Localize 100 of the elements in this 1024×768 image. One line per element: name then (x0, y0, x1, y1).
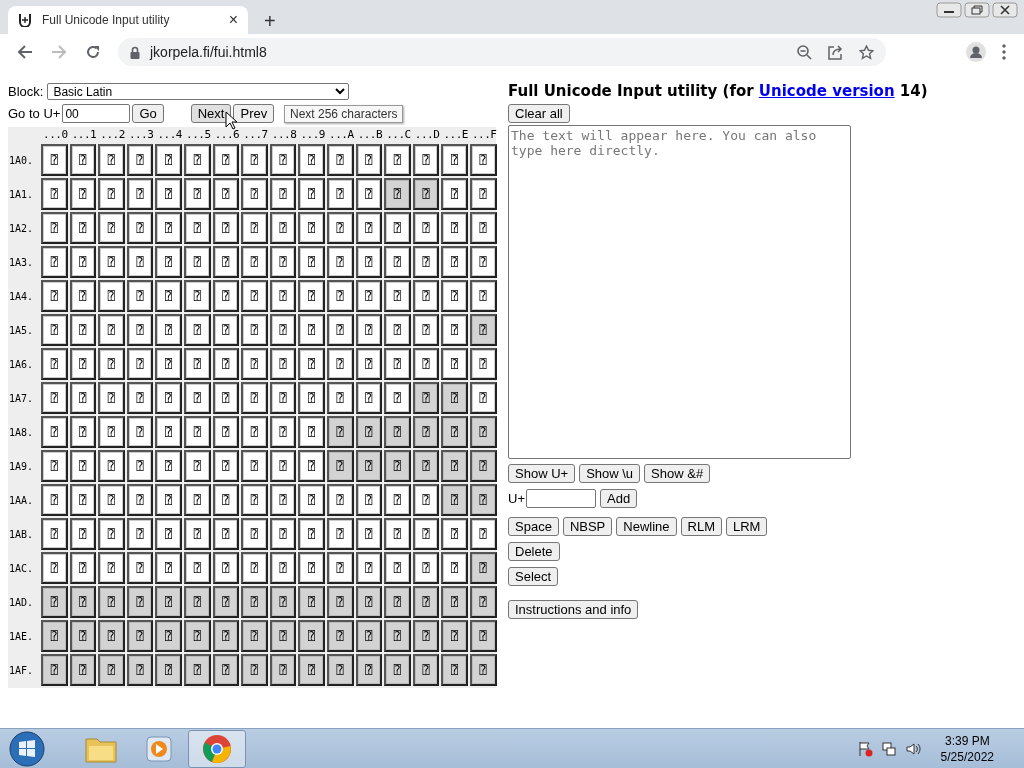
character-cell[interactable]: ⍰ (98, 450, 125, 482)
character-cell[interactable]: ⍰ (298, 144, 325, 176)
text-area[interactable]: The text will appear here. You can also type here directly. (508, 125, 851, 459)
insert-button[interactable]: RLM (680, 517, 722, 536)
character-cell[interactable]: ⍰ (241, 348, 268, 380)
character-cell[interactable]: ⍰ (441, 620, 468, 652)
character-cell[interactable]: ⍰ (469, 382, 497, 414)
character-cell[interactable]: ⍰ (412, 450, 440, 482)
character-cell[interactable]: ⍰ (384, 620, 411, 652)
show-format-button[interactable]: Show \u (579, 464, 641, 483)
character-cell[interactable]: ⍰ (69, 246, 97, 278)
character-cell[interactable]: ⍰ (326, 280, 354, 312)
character-cell[interactable]: ⍰ (183, 654, 211, 686)
character-cell[interactable]: ⍰ (384, 382, 411, 414)
character-cell[interactable]: ⍰ (384, 212, 411, 244)
character-cell[interactable]: ⍰ (441, 348, 468, 380)
character-cell[interactable]: ⍰ (269, 654, 297, 686)
add-button[interactable]: Add (600, 489, 638, 508)
character-cell[interactable]: ⍰ (469, 280, 497, 312)
character-cell[interactable]: ⍰ (441, 416, 468, 448)
character-cell[interactable]: ⍰ (212, 416, 240, 448)
character-cell[interactable]: ⍰ (269, 620, 297, 652)
character-cell[interactable]: ⍰ (155, 280, 182, 312)
character-cell[interactable]: ⍰ (212, 280, 240, 312)
character-cell[interactable]: ⍰ (326, 314, 354, 346)
insert-button[interactable]: LRM (726, 517, 768, 536)
character-cell[interactable]: ⍰ (384, 314, 411, 346)
character-cell[interactable]: ⍰ (384, 416, 411, 448)
character-cell[interactable]: ⍰ (269, 416, 297, 448)
character-cell[interactable]: ⍰ (155, 654, 182, 686)
character-cell[interactable]: ⍰ (384, 450, 411, 482)
go-button[interactable]: Go (132, 104, 164, 123)
character-cell[interactable]: ⍰ (355, 484, 383, 516)
character-cell[interactable]: ⍰ (41, 518, 68, 550)
character-cell[interactable]: ⍰ (441, 280, 468, 312)
character-cell[interactable]: ⍰ (298, 518, 325, 550)
character-cell[interactable]: ⍰ (326, 212, 354, 244)
character-cell[interactable]: ⍰ (298, 348, 325, 380)
character-cell[interactable]: ⍰ (212, 654, 240, 686)
character-cell[interactable]: ⍰ (241, 484, 268, 516)
select-button[interactable]: Select (508, 567, 559, 586)
character-cell[interactable]: ⍰ (355, 280, 383, 312)
character-cell[interactable]: ⍰ (241, 416, 268, 448)
character-cell[interactable]: ⍰ (412, 246, 440, 278)
character-cell[interactable]: ⍰ (212, 246, 240, 278)
character-cell[interactable]: ⍰ (212, 382, 240, 414)
character-cell[interactable]: ⍰ (326, 654, 354, 686)
character-cell[interactable]: ⍰ (469, 212, 497, 244)
character-cell[interactable]: ⍰ (212, 484, 240, 516)
character-cell[interactable]: ⍰ (469, 654, 497, 686)
character-cell[interactable]: ⍰ (98, 348, 125, 380)
character-cell[interactable]: ⍰ (412, 620, 440, 652)
character-cell[interactable]: ⍰ (469, 552, 497, 584)
character-cell[interactable]: ⍰ (98, 280, 125, 312)
character-cell[interactable]: ⍰ (126, 280, 154, 312)
character-cell[interactable]: ⍰ (412, 654, 440, 686)
character-cell[interactable]: ⍰ (183, 382, 211, 414)
character-cell[interactable]: ⍰ (412, 348, 440, 380)
character-cell[interactable]: ⍰ (41, 314, 68, 346)
character-cell[interactable]: ⍰ (212, 178, 240, 210)
character-cell[interactable]: ⍰ (412, 144, 440, 176)
character-cell[interactable]: ⍰ (126, 450, 154, 482)
character-cell[interactable]: ⍰ (241, 144, 268, 176)
character-cell[interactable]: ⍰ (155, 212, 182, 244)
character-cell[interactable]: ⍰ (326, 484, 354, 516)
character-cell[interactable]: ⍰ (183, 212, 211, 244)
character-cell[interactable]: ⍰ (441, 552, 468, 584)
character-cell[interactable]: ⍰ (469, 348, 497, 380)
character-cell[interactable]: ⍰ (41, 144, 68, 176)
character-cell[interactable]: ⍰ (126, 212, 154, 244)
character-cell[interactable]: ⍰ (384, 518, 411, 550)
character-cell[interactable]: ⍰ (298, 586, 325, 618)
character-cell[interactable]: ⍰ (183, 246, 211, 278)
character-cell[interactable]: ⍰ (412, 586, 440, 618)
character-cell[interactable]: ⍰ (355, 212, 383, 244)
character-cell[interactable]: ⍰ (355, 586, 383, 618)
character-cell[interactable]: ⍰ (298, 552, 325, 584)
character-cell[interactable]: ⍰ (126, 314, 154, 346)
character-cell[interactable]: ⍰ (269, 314, 297, 346)
character-cell[interactable]: ⍰ (269, 382, 297, 414)
character-cell[interactable]: ⍰ (98, 382, 125, 414)
character-cell[interactable]: ⍰ (155, 620, 182, 652)
character-cell[interactable]: ⍰ (69, 212, 97, 244)
character-cell[interactable]: ⍰ (355, 552, 383, 584)
character-cell[interactable]: ⍰ (326, 246, 354, 278)
character-cell[interactable]: ⍰ (183, 348, 211, 380)
character-cell[interactable]: ⍰ (298, 654, 325, 686)
character-cell[interactable]: ⍰ (469, 484, 497, 516)
character-cell[interactable]: ⍰ (384, 654, 411, 686)
character-cell[interactable]: ⍰ (155, 314, 182, 346)
character-cell[interactable]: ⍰ (384, 552, 411, 584)
character-cell[interactable]: ⍰ (98, 416, 125, 448)
character-cell[interactable]: ⍰ (98, 620, 125, 652)
character-cell[interactable]: ⍰ (241, 450, 268, 482)
character-cell[interactable]: ⍰ (41, 654, 68, 686)
character-cell[interactable]: ⍰ (384, 484, 411, 516)
character-cell[interactable]: ⍰ (269, 178, 297, 210)
character-cell[interactable]: ⍰ (384, 348, 411, 380)
character-cell[interactable]: ⍰ (469, 178, 497, 210)
character-cell[interactable]: ⍰ (155, 144, 182, 176)
